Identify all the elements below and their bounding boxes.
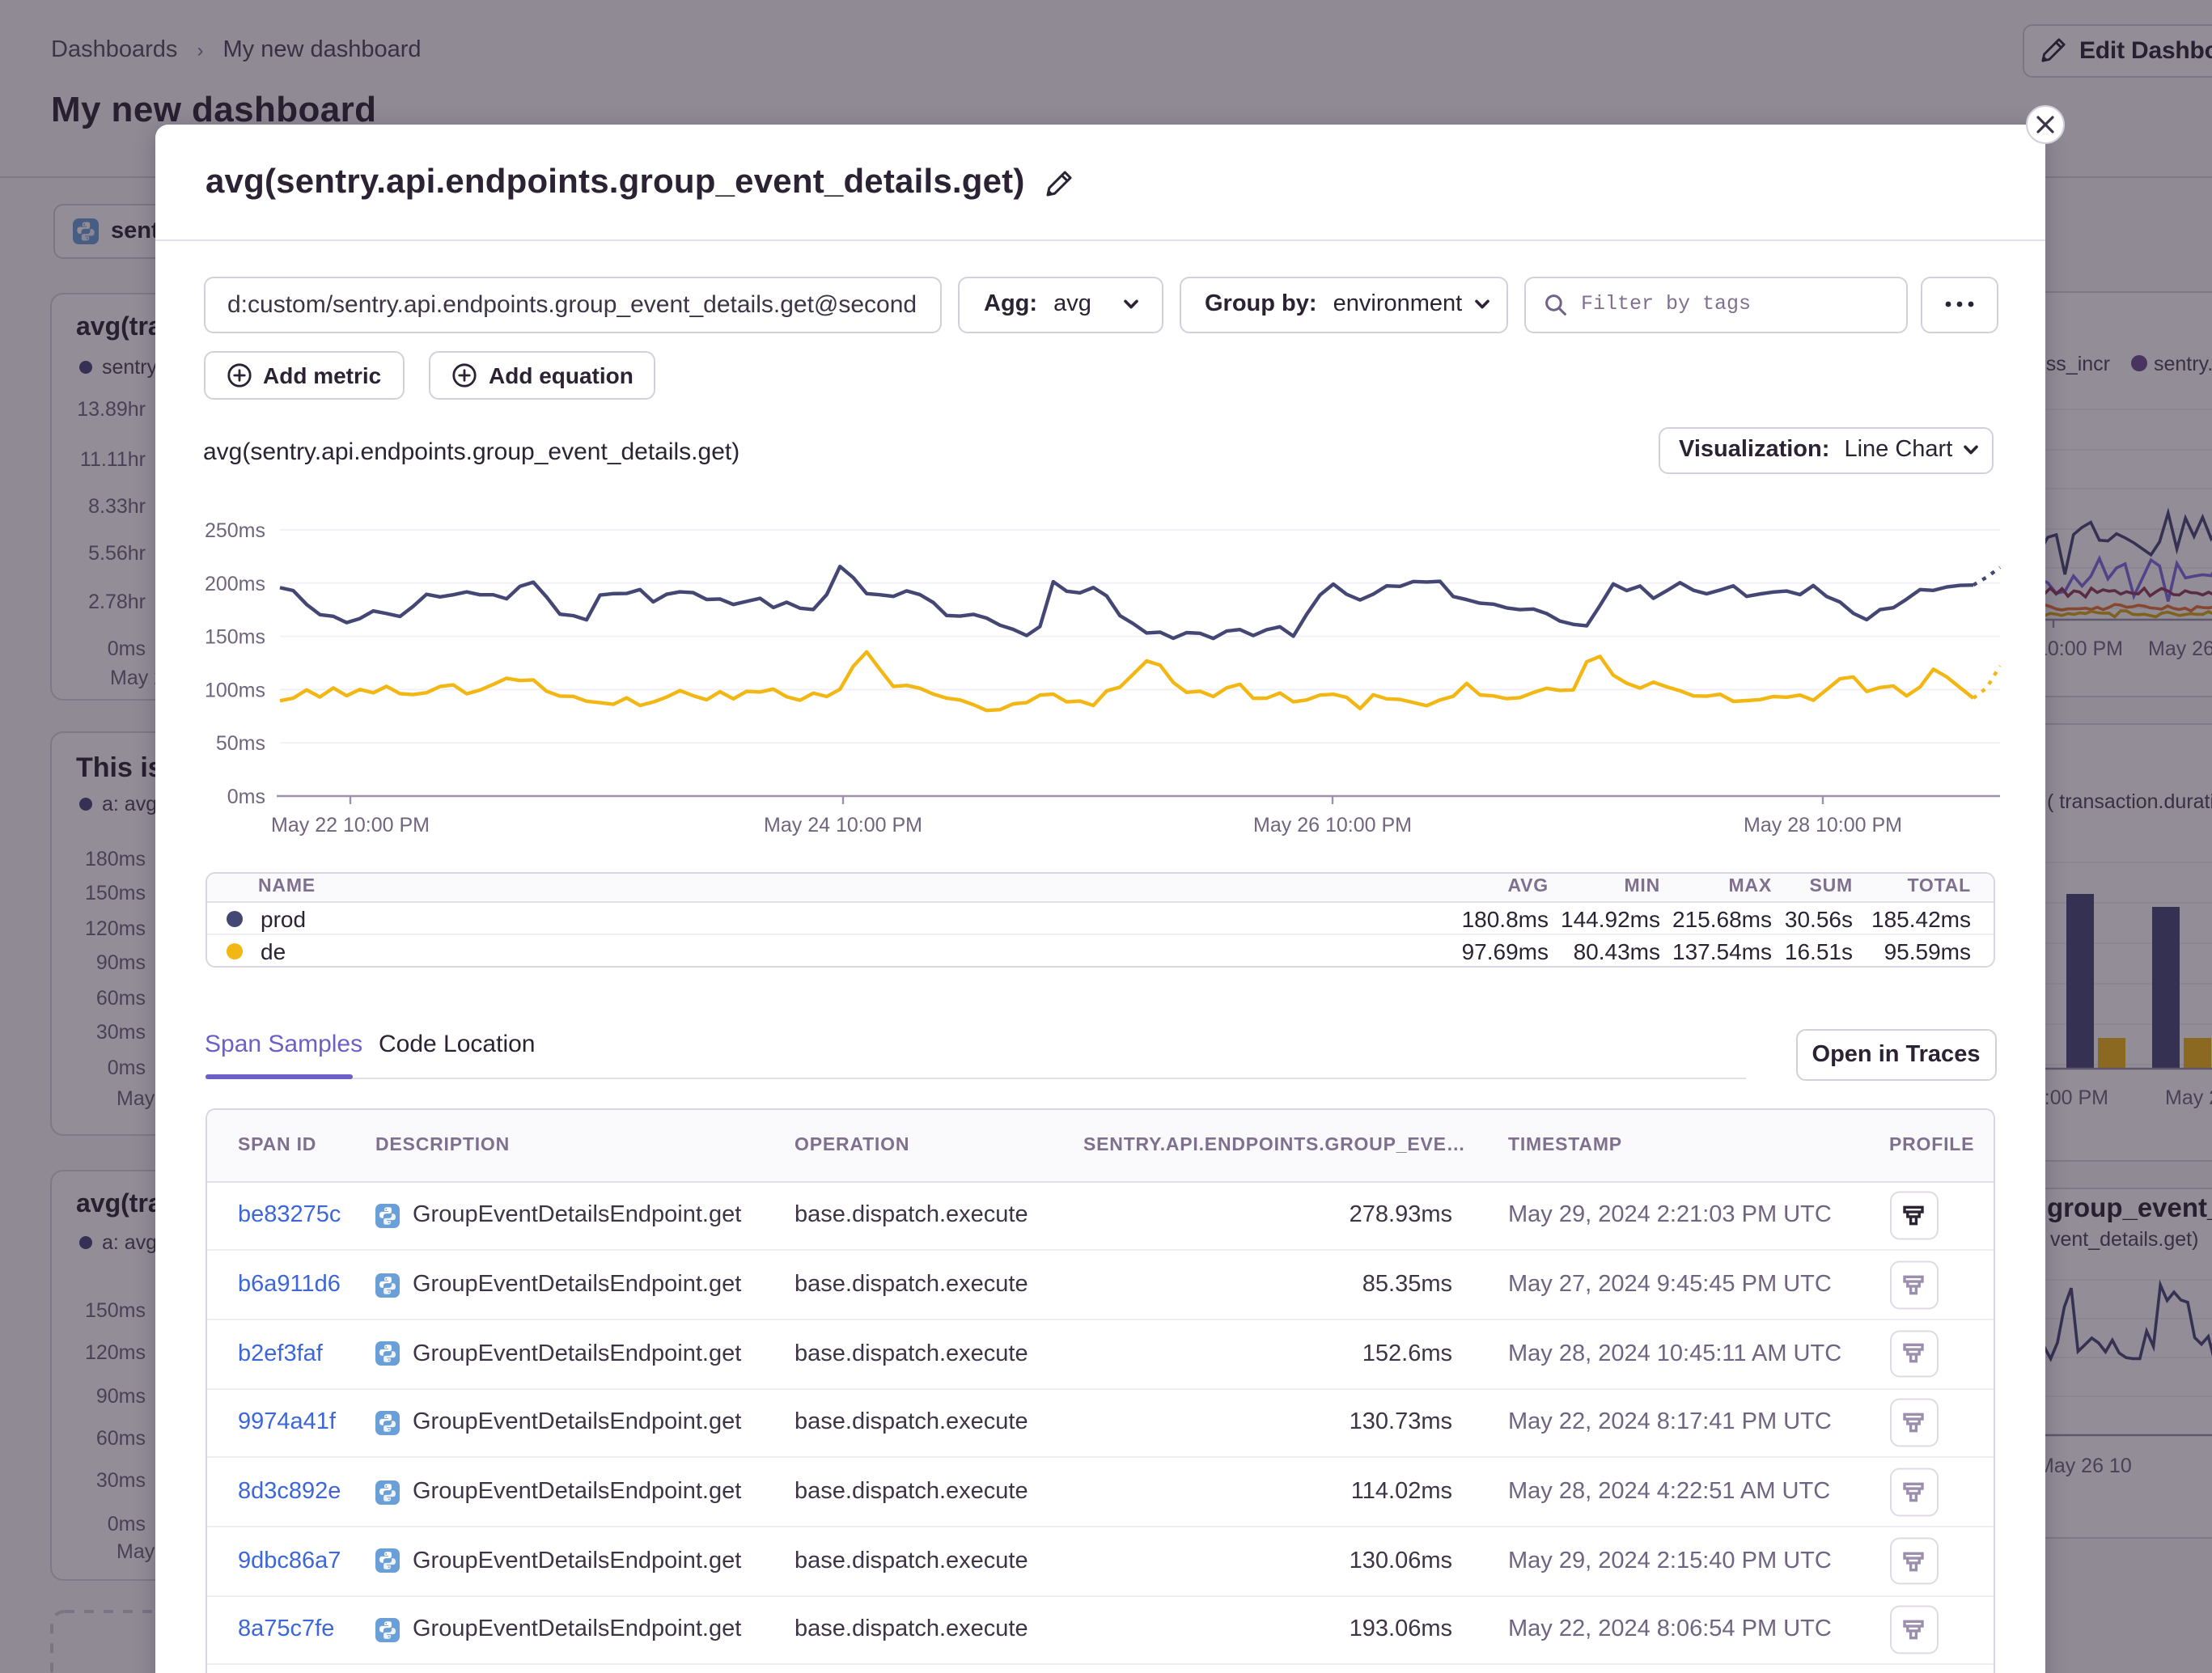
svg-text:150ms: 150ms	[205, 626, 265, 649]
svg-text:May 24 10:00 PM: May 24 10:00 PM	[764, 814, 922, 836]
svg-text:May 28 10:00 PM: May 28 10:00 PM	[1744, 814, 1902, 836]
svg-text:200ms: 200ms	[205, 573, 265, 595]
svg-text:250ms: 250ms	[205, 519, 265, 542]
svg-text:50ms: 50ms	[216, 732, 265, 755]
svg-text:May 22 10:00 PM: May 22 10:00 PM	[271, 814, 430, 836]
svg-text:0ms: 0ms	[227, 786, 265, 808]
svg-text:100ms: 100ms	[205, 679, 265, 701]
svg-text:May 26 10:00 PM: May 26 10:00 PM	[1253, 814, 1412, 836]
